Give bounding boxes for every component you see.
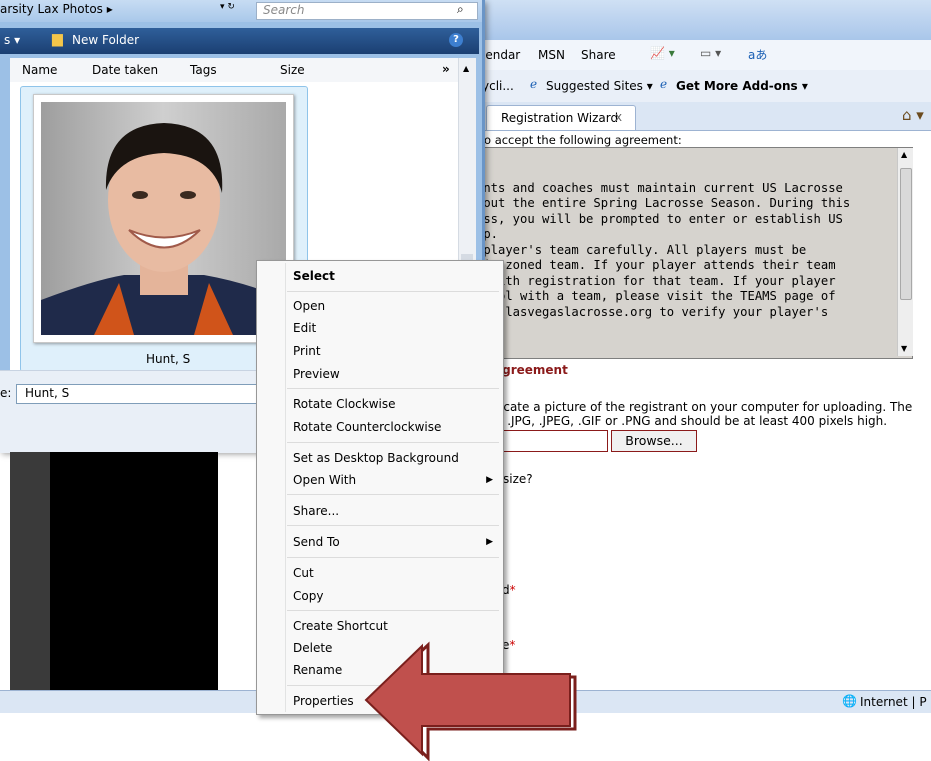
menu-item-send-to[interactable]: Send To ▶ [257, 531, 503, 553]
tab-registration-wizard[interactable]: Registration Wizard x [486, 105, 636, 130]
menu-separator [287, 557, 499, 558]
organize-button[interactable]: s ▾ [4, 33, 20, 47]
size-question: size? [503, 472, 533, 486]
scroll-up-icon[interactable]: ▲ [463, 64, 469, 73]
menu-item-select[interactable]: Select [257, 265, 503, 287]
menu-item-preview[interactable]: Preview [257, 363, 503, 385]
menu-item-open-with[interactable]: Open With ▶ [257, 469, 503, 491]
browser-command-bar: lendar MSN Share 📈 ▾ ▭ ▾ aあ [480, 40, 931, 71]
ie-logo-icon: ℯ [530, 77, 538, 91]
portrait-image [41, 102, 286, 335]
globe-icon: 🌐 [842, 694, 857, 708]
submenu-arrow-icon: ▶ [486, 537, 493, 547]
tab-title: Registration Wizard [501, 111, 619, 125]
new-folder-button[interactable]: New Folder [72, 33, 139, 47]
preview-border [10, 452, 50, 690]
menu-item-cut[interactable]: Cut [257, 562, 503, 584]
menu-separator [287, 388, 499, 389]
favorites-bar: ycli... ℯ Suggested Sites ▾ ℯ Get More A… [480, 70, 931, 103]
favorite-get-addons[interactable]: Get More Add-ons ▾ [676, 79, 808, 93]
browse-button[interactable]: Browse... [611, 430, 697, 452]
ie-logo-icon: ℯ [660, 77, 668, 91]
agreement-text: ants and coaches must maintain current U… [480, 180, 851, 319]
preview-area [50, 452, 218, 690]
column-size[interactable]: Size [280, 63, 305, 77]
menu-item-edit[interactable]: Edit [257, 317, 503, 339]
agreement-intro: o accept the following agreement: [484, 133, 682, 147]
menu-item-open[interactable]: Open [257, 295, 503, 317]
menu-item-copy[interactable]: Copy [257, 585, 503, 607]
favorite-truncated[interactable]: ycli... [482, 79, 514, 93]
cmd-share[interactable]: Share [581, 48, 616, 62]
search-icon[interactable]: ⌕ [457, 2, 464, 17]
agreement-heading: agreement [494, 363, 568, 377]
upload-instructions-1: ocate a picture of the registrant on you… [496, 400, 913, 414]
menu-separator [287, 610, 499, 611]
menu-item-print[interactable]: Print [257, 340, 503, 362]
field-label-truncated: d* [502, 583, 516, 597]
scroll-up-icon[interactable]: ▲ [901, 150, 907, 159]
agreement-textarea[interactable]: ants and coaches must maintain current U… [480, 147, 913, 359]
filename-input[interactable]: Hunt, S [16, 384, 266, 404]
submenu-arrow-icon: ▶ [486, 475, 493, 485]
menu-separator [287, 494, 499, 495]
address-bar[interactable]: arsity Lax Photos ▸ ▾ ↻ Search ⌕ [0, 0, 482, 22]
column-headers: Name Date taken Tags Size » [10, 58, 475, 83]
scroll-down-icon[interactable]: ▼ [901, 344, 907, 353]
pointer-arrow-annotation [364, 641, 577, 761]
column-tags[interactable]: Tags [190, 63, 217, 77]
scroll-thumb[interactable] [900, 168, 912, 300]
filename-value: Hunt, S [25, 386, 70, 400]
more-columns-icon[interactable]: » [442, 62, 450, 76]
menu-item-rotate-clockwise[interactable]: Rotate Clockwise [257, 393, 503, 415]
home-icon[interactable]: ⌂ ▾ [902, 106, 924, 124]
upload-instructions-2: e .JPG, .JPEG, .GIF or .PNG and should b… [496, 414, 888, 428]
menu-item-set-desktop-background[interactable]: Set as Desktop Background [257, 447, 503, 469]
menu-item-rotate-counterclockwise[interactable]: Rotate Counterclockwise [257, 416, 503, 438]
menu-item-create-shortcut[interactable]: Create Shortcut [257, 615, 503, 637]
menu-item-share[interactable]: Share... [257, 500, 503, 522]
window-icon[interactable]: ▭ ▾ [700, 46, 721, 60]
column-name[interactable]: Name [22, 63, 57, 77]
menu-separator [287, 525, 499, 526]
new-folder-icon: ▆ [52, 31, 63, 47]
filename-label: e: [0, 386, 12, 400]
photo-thumbnail [33, 94, 294, 343]
cmd-msn[interactable]: MSN [538, 48, 565, 62]
search-input[interactable]: Search ⌕ [256, 2, 478, 20]
address-dropdown-icon[interactable]: ▾ ↻ [220, 2, 235, 12]
cmd-calendar[interactable]: lendar [482, 48, 520, 62]
address-path[interactable]: arsity Lax Photos ▸ [0, 2, 113, 16]
agreement-scrollbar[interactable]: ▲ ▼ [897, 148, 913, 356]
search-placeholder: Search [263, 3, 305, 17]
explorer-toolbar: s ▾ ▆ New Folder ? [0, 28, 479, 54]
favorite-suggested-sites[interactable]: Suggested Sites ▾ [546, 79, 653, 93]
graph-icon[interactable]: 📈 ▾ [650, 46, 675, 60]
browser-title-area [480, 0, 931, 41]
security-zone[interactable]: Internet | P [860, 695, 927, 709]
menu-separator [287, 442, 499, 443]
translate-icon[interactable]: aあ [748, 46, 767, 63]
close-tab-icon[interactable]: x [615, 110, 622, 124]
menu-separator [287, 291, 499, 292]
file-name-label: Hunt, S [146, 352, 191, 366]
column-date-taken[interactable]: Date taken [92, 63, 158, 77]
help-icon[interactable]: ? [449, 33, 463, 47]
